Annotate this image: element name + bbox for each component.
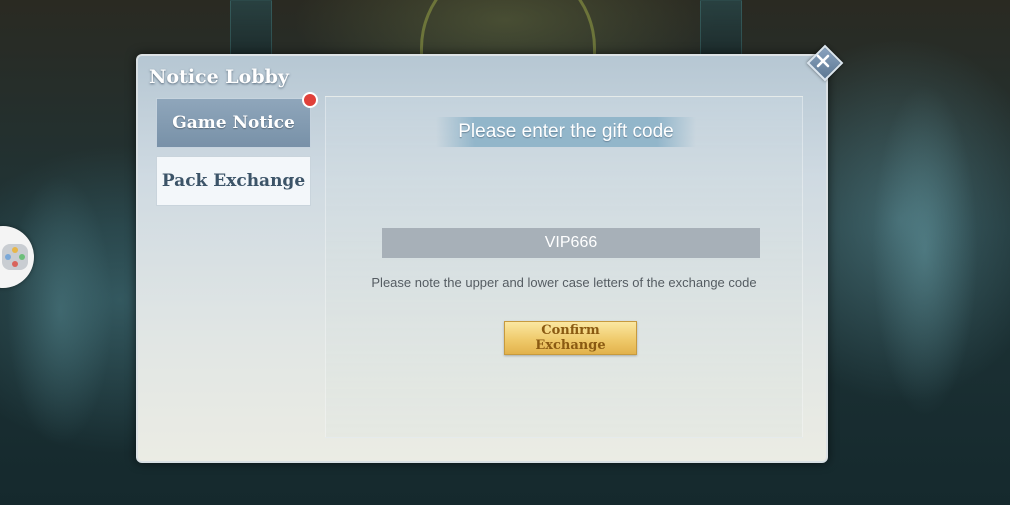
confirm-exchange-button[interactable]: Confirm Exchange — [504, 321, 637, 355]
background-statue-left — [0, 120, 140, 500]
background-pillar — [230, 0, 272, 62]
game-scene: Notice Lobby Game Notice Pack Exchange P… — [0, 0, 1010, 505]
gamepad-icon — [2, 244, 28, 270]
background-pillar — [700, 0, 742, 62]
close-button[interactable] — [806, 44, 844, 82]
notification-dot — [302, 92, 318, 108]
case-sensitivity-note: Please note the upper and lower case let… — [371, 275, 757, 290]
close-icon — [816, 54, 830, 68]
tab-pack-exchange[interactable]: Pack Exchange — [156, 156, 311, 206]
notice-lobby-dialog: Notice Lobby Game Notice Pack Exchange P… — [136, 44, 844, 463]
gift-code-panel: Please enter the gift code Please note t… — [325, 96, 803, 438]
background-statue-right — [850, 20, 1000, 490]
dialog-title: Notice Lobby — [149, 66, 289, 88]
tab-game-notice[interactable]: Game Notice — [156, 98, 311, 148]
gift-code-input[interactable] — [382, 228, 760, 258]
gift-code-header: Please enter the gift code — [436, 117, 696, 147]
